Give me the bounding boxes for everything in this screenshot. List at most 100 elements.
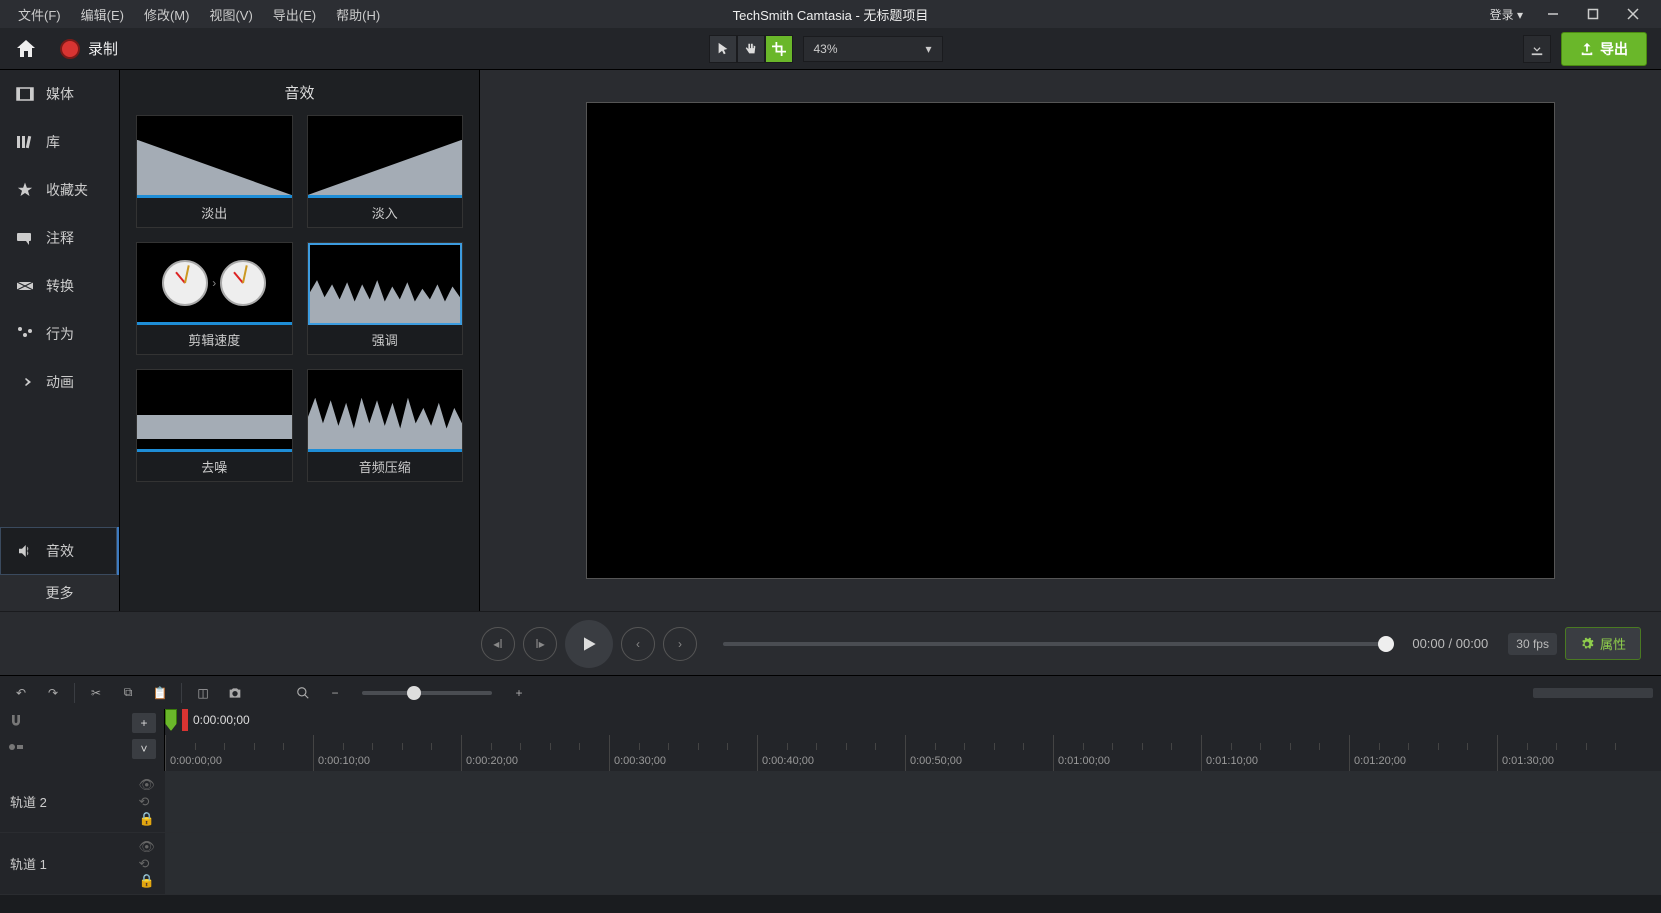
record-button[interactable]: 录制 [50, 34, 128, 63]
export-label: 导出 [1600, 39, 1628, 59]
gear-icon [1580, 637, 1594, 651]
sidebar-item-favorites[interactable]: 收藏夹 [0, 166, 119, 214]
sidebar-more[interactable]: 更多 [0, 575, 119, 611]
preview-canvas[interactable] [586, 102, 1554, 578]
hand-tool[interactable] [737, 35, 765, 63]
sidebar-item-audio-effects[interactable]: 音效 [0, 527, 119, 575]
ruler-tick: 0:01:20;00 [1349, 735, 1406, 771]
zoom-handle[interactable] [407, 686, 421, 700]
canvas-zoom-value: 43% [814, 42, 838, 56]
annotation-icon [16, 229, 34, 247]
cursor-tool[interactable] [709, 35, 737, 63]
redo-button[interactable]: ↷ [40, 680, 66, 706]
link-icon[interactable]: ⟲ [138, 794, 155, 810]
effects-panel: 音效 淡出 淡入 › 剪辑速度 强调 去噪 [120, 70, 480, 611]
effect-clip-speed[interactable]: › 剪辑速度 [136, 242, 293, 355]
effect-audio-compression[interactable]: 音频压缩 [307, 369, 464, 482]
effect-thumbnail [308, 370, 463, 452]
ruler-tick: 0:00:10;00 [313, 735, 370, 771]
sidebar-label: 注释 [46, 228, 74, 248]
undo-button[interactable]: ↶ [8, 680, 34, 706]
ruler-tick: 0:00:30;00 [609, 735, 666, 771]
step-back-button[interactable]: ‹ [621, 627, 655, 661]
effect-fade-in[interactable]: 淡入 [307, 115, 464, 228]
copy-button[interactable]: ⧉ [115, 680, 141, 706]
timeline-zoom-slider[interactable] [362, 691, 492, 695]
effect-label: 剪辑速度 [137, 325, 292, 354]
download-button[interactable] [1523, 35, 1551, 63]
next-frame-button[interactable]: Ⅰ▸ [523, 627, 557, 661]
link-icon[interactable]: ⟲ [138, 856, 155, 872]
split-button[interactable]: ◫ [190, 680, 216, 706]
timeline-overview[interactable] [1533, 688, 1653, 698]
snapshot-button[interactable] [222, 680, 248, 706]
track-lane[interactable] [165, 833, 1661, 894]
play-button[interactable] [565, 620, 613, 668]
home-button[interactable] [14, 37, 38, 61]
effect-noise-removal[interactable]: 去噪 [136, 369, 293, 482]
track-header[interactable]: 轨道 1 👁 ⟲ 🔒 [0, 833, 165, 894]
track-name: 轨道 1 [10, 854, 47, 873]
track-row: 轨道 2 👁 ⟲ 🔒 [0, 771, 1661, 833]
scrub-bar[interactable] [723, 642, 1386, 646]
login-button[interactable]: 登录 ▾ [1480, 2, 1533, 27]
eye-icon[interactable]: 👁 [138, 777, 155, 793]
sidebar-label: 音效 [46, 541, 74, 561]
menu-help[interactable]: 帮助(H) [326, 1, 390, 28]
menu-view[interactable]: 视图(V) [199, 1, 262, 28]
crop-tool[interactable] [765, 35, 793, 63]
record-label: 录制 [88, 38, 118, 59]
menu-modify[interactable]: 修改(M) [134, 1, 200, 28]
effect-emphasize[interactable]: 强调 [307, 242, 464, 355]
playhead[interactable]: 0:00:00;00 [165, 709, 250, 731]
magnet-icon[interactable] [8, 713, 24, 729]
sidebar-item-animations[interactable]: 动画 [0, 358, 119, 406]
canvas-zoom-select[interactable]: 43% ▾ [803, 36, 943, 62]
effect-fade-out[interactable]: 淡出 [136, 115, 293, 228]
zoom-in-button[interactable]: + [506, 680, 532, 706]
step-forward-button[interactable]: › [663, 627, 697, 661]
sidebar-item-media[interactable]: 媒体 [0, 70, 119, 118]
lock-icon[interactable]: 🔒 [138, 811, 155, 827]
sidebar-item-library[interactable]: 库 [0, 118, 119, 166]
lock-icon[interactable]: 🔒 [138, 873, 155, 889]
timeline-ruler[interactable]: 0:00:00;000:00:10;000:00:20;000:00:30;00… [165, 735, 1661, 771]
effect-thumbnail [137, 116, 292, 198]
paste-button[interactable]: 📋 [147, 680, 173, 706]
maximize-button[interactable] [1573, 0, 1613, 28]
effect-thumbnail: › [137, 243, 292, 325]
share-icon [1580, 42, 1594, 56]
fps-selector[interactable]: 30 fps [1508, 633, 1557, 655]
zoom-out-button[interactable]: − [322, 680, 348, 706]
ruler-tick: 0:00:40;00 [757, 735, 814, 771]
eye-icon[interactable]: 👁 [138, 839, 155, 855]
ruler-tick: 0:01:10;00 [1201, 735, 1258, 771]
properties-button[interactable]: 属性 [1565, 627, 1641, 660]
sidebar-label: 转换 [46, 276, 74, 296]
scrub-handle[interactable] [1378, 636, 1394, 652]
record-icon [60, 39, 80, 59]
sidebar-item-annotations[interactable]: 注释 [0, 214, 119, 262]
playhead-time: 0:00:00;00 [193, 713, 250, 727]
sidebar-item-behaviors[interactable]: 行为 [0, 310, 119, 358]
add-track-button[interactable]: + [132, 713, 156, 733]
prev-frame-button[interactable]: ◂Ⅰ [481, 627, 515, 661]
timeline-scrollbar[interactable] [0, 895, 1661, 913]
menu-export[interactable]: 导出(E) [263, 1, 326, 28]
ruler-tick: 0:00:20;00 [461, 735, 518, 771]
playhead-indicator [182, 709, 188, 731]
cut-button[interactable]: ✂ [83, 680, 109, 706]
sidebar-item-transitions[interactable]: 转换 [0, 262, 119, 310]
close-button[interactable] [1613, 0, 1653, 28]
ruler-tick: 0:01:30;00 [1497, 735, 1554, 771]
collapse-tracks-button[interactable]: ˅ [132, 739, 156, 759]
menu-file[interactable]: 文件(F) [8, 1, 71, 28]
export-button[interactable]: 导出 [1561, 32, 1647, 66]
playback-controls: ◂Ⅰ Ⅰ▸ ‹ › 00:00 / 00:00 30 fps 属性 [0, 611, 1661, 675]
playhead-marker[interactable] [165, 709, 177, 731]
track-header[interactable]: 轨道 2 👁 ⟲ 🔒 [0, 771, 165, 832]
menu-edit[interactable]: 编辑(E) [71, 1, 134, 28]
minimize-button[interactable] [1533, 0, 1573, 28]
marker-list-icon[interactable] [8, 739, 24, 755]
track-lane[interactable] [165, 771, 1661, 832]
